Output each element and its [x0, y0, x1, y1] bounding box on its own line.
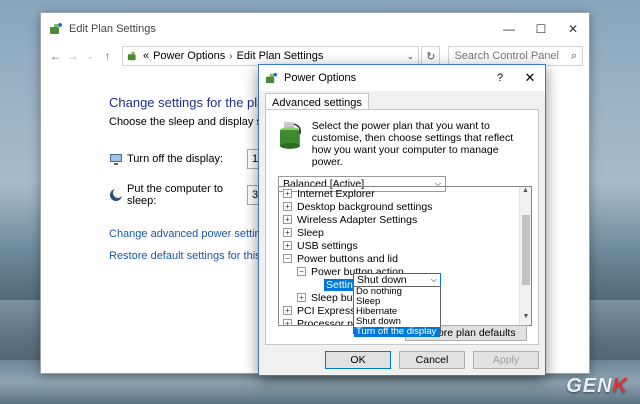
- tree-item-label: Power buttons and lid: [297, 252, 398, 265]
- tree-item[interactable]: + Desktop background settings: [279, 200, 531, 213]
- scroll-down-icon[interactable]: ▼: [520, 313, 531, 325]
- scroll-up-icon[interactable]: ▲: [520, 187, 531, 199]
- expand-icon[interactable]: +: [283, 189, 292, 198]
- option-turn-off-display[interactable]: Turn off the display: [354, 327, 440, 337]
- page-title: Change settings for the plan: Balanced: [109, 95, 269, 110]
- dialog-close-button[interactable]: ✕: [515, 70, 545, 86]
- expand-icon[interactable]: +: [283, 241, 292, 250]
- tab-strip: Advanced settings: [259, 91, 545, 111]
- collapse-icon[interactable]: −: [297, 267, 306, 276]
- intro-text: Select the power plan that you want to c…: [311, 120, 514, 169]
- genk-logo: GENK: [566, 375, 628, 398]
- collapse-icon[interactable]: −: [283, 254, 292, 263]
- breadcrumb-edit-plan-settings[interactable]: Edit Plan Settings: [237, 50, 324, 62]
- tree-item-label: Desktop background settings: [297, 200, 433, 213]
- window-title: Edit Plan Settings: [69, 23, 156, 35]
- tree-item-label: USB settings: [297, 239, 358, 252]
- dialog-title: Power Options: [284, 72, 357, 84]
- search-placeholder: Search Control Panel: [454, 50, 559, 62]
- tree-item-label: PCI Express: [297, 304, 356, 317]
- breadcrumb-overflow[interactable]: «: [143, 50, 149, 62]
- breadcrumb-separator-icon: ›: [229, 50, 233, 62]
- intro-section: Select the power plan that you want to c…: [266, 110, 538, 168]
- address-dropdown-icon[interactable]: ⌄: [407, 51, 415, 62]
- tree-item[interactable]: − Power buttons and lid: [279, 252, 531, 265]
- display-label: Turn off the display:: [127, 153, 223, 165]
- dialog-buttons: OK Cancel Apply: [325, 351, 539, 369]
- search-icon: ⌕: [570, 49, 577, 62]
- dialog-title-bar: Power Options ? ✕: [259, 65, 545, 91]
- cancel-button[interactable]: Cancel: [399, 351, 465, 369]
- close-button[interactable]: ✕: [557, 15, 589, 43]
- setting-combobox[interactable]: Shut down ⌵: [353, 273, 441, 287]
- tree-item-label: Wireless Adapter Settings: [297, 213, 418, 226]
- logo-text: GEN: [566, 375, 613, 397]
- monitor-icon: [110, 154, 122, 165]
- tree-item[interactable]: + Wireless Adapter Settings: [279, 213, 531, 226]
- page-subtitle: Choose the sleep and display settings th…: [109, 116, 259, 128]
- breadcrumb-power-options[interactable]: Power Options: [153, 50, 225, 62]
- tree-item-label: Internet Explorer: [297, 187, 375, 200]
- power-options-icon: [265, 72, 278, 83]
- chevron-down-icon: ⌵: [430, 275, 437, 284]
- back-arrow-icon[interactable]: ←: [47, 49, 64, 63]
- search-input[interactable]: Search Control Panel ⌕: [448, 46, 583, 66]
- title-bar: Edit Plan Settings — ☐ ✕: [41, 13, 589, 45]
- up-arrow-icon[interactable]: ↑: [99, 49, 116, 63]
- apply-button[interactable]: Apply: [473, 351, 539, 369]
- battery-plug-icon: [279, 122, 301, 149]
- maximize-button[interactable]: ☐: [525, 15, 557, 43]
- setting-dropdown-list: Do nothing Sleep Hibernate Shut down Tur…: [353, 286, 441, 337]
- expand-icon[interactable]: +: [283, 228, 292, 237]
- tree-scrollbar[interactable]: ▲ ▼: [519, 187, 531, 325]
- power-options-icon: [127, 51, 136, 61]
- expand-icon[interactable]: +: [283, 319, 292, 325]
- power-options-icon: [50, 23, 62, 34]
- expand-icon[interactable]: +: [283, 306, 292, 315]
- refresh-icon: ↻: [426, 50, 436, 63]
- scroll-thumb[interactable]: [522, 215, 530, 285]
- sleep-label: Put the computer to sleep:: [127, 183, 223, 207]
- recent-chevron-icon[interactable]: ⌄: [81, 52, 98, 61]
- expand-icon[interactable]: +: [283, 202, 292, 211]
- expand-icon[interactable]: +: [297, 293, 306, 302]
- tree-item[interactable]: + Sleep: [279, 226, 531, 239]
- refresh-button[interactable]: ↻: [421, 46, 441, 66]
- help-button[interactable]: ?: [485, 72, 515, 84]
- tree-item[interactable]: + Internet Explorer: [279, 187, 531, 200]
- expand-icon[interactable]: +: [283, 215, 292, 224]
- moon-icon: [110, 188, 123, 201]
- ok-button[interactable]: OK: [325, 351, 391, 369]
- minimize-button[interactable]: —: [493, 15, 525, 43]
- setting-value: Shut down: [357, 274, 407, 286]
- tree-item-label: Sleep: [297, 226, 324, 239]
- logo-accent: K: [612, 375, 628, 397]
- tree-item[interactable]: + USB settings: [279, 239, 531, 252]
- forward-arrow-icon[interactable]: →: [64, 49, 81, 63]
- address-box[interactable]: « Power Options › Edit Plan Settings ⌄: [121, 46, 420, 66]
